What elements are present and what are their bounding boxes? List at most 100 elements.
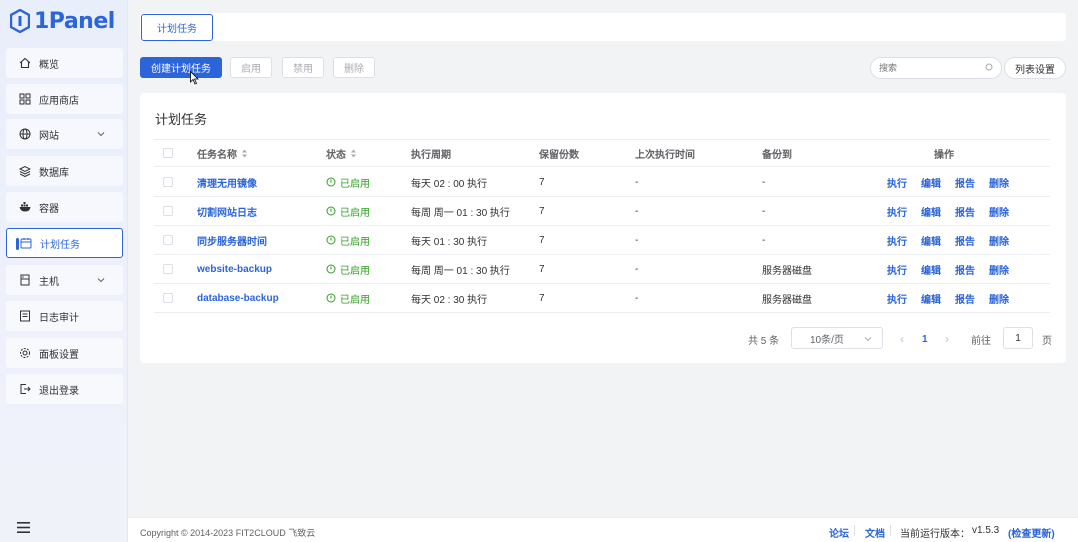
run-button[interactable]: 执行 <box>887 175 907 190</box>
row-checkbox[interactable] <box>163 168 173 196</box>
sidebar-item-website[interactable]: 网站 <box>6 119 123 149</box>
last-run-text: - <box>635 263 639 275</box>
run-button[interactable]: 执行 <box>887 233 907 248</box>
enable-button[interactable]: 启用 <box>230 57 272 78</box>
sidebar-item-database[interactable]: 数据库 <box>6 156 123 186</box>
task-name-link[interactable]: website-backup <box>197 255 272 283</box>
delete-row-button[interactable]: 删除 <box>989 233 1009 248</box>
row-actions: 执行 编辑 报告 删除 <box>887 226 1023 254</box>
edit-button[interactable]: 编辑 <box>921 175 941 190</box>
report-button[interactable]: 报告 <box>955 175 975 190</box>
table-row: 同步服务器时间 已启用 每天 01 : 30 执行 7 - - 执行 编辑 报告 删除 <box>154 226 1050 255</box>
status-badge[interactable]: 已启用 <box>326 197 370 225</box>
menu-collapse-icon[interactable] <box>17 522 30 533</box>
run-button[interactable]: 执行 <box>887 291 907 306</box>
status-badge[interactable]: 已启用 <box>326 284 370 312</box>
run-button[interactable]: 执行 <box>887 262 907 277</box>
task-name-link[interactable]: 同步服务器时间 <box>197 226 267 254</box>
sidebar-item-panel-settings[interactable]: 面板设置 <box>6 338 123 368</box>
next-page-button[interactable]: › <box>945 328 949 350</box>
apps-icon <box>19 93 31 105</box>
report-button[interactable]: 报告 <box>955 204 975 219</box>
power-icon <box>326 235 336 245</box>
status-badge[interactable]: 已启用 <box>326 226 370 254</box>
create-cronjob-button[interactable]: 创建计划任务 <box>140 57 222 78</box>
delete-row-button[interactable]: 删除 <box>989 204 1009 219</box>
sidebar-item-label: 容器 <box>39 203 59 215</box>
check-update-link[interactable]: (检查更新) <box>1008 525 1055 540</box>
prev-page-button[interactable]: ‹ <box>900 328 904 350</box>
footer-divider <box>854 525 855 536</box>
row-checkbox[interactable] <box>163 226 173 254</box>
status-text: 已启用 <box>340 236 370 248</box>
pagination-total: 共 5 条 <box>748 335 780 347</box>
sidebar-item-host[interactable]: 主机 <box>6 265 123 295</box>
chevron-down-icon <box>97 278 105 283</box>
header-name[interactable]: 任务名称 <box>197 140 248 166</box>
sidebar-item-label: 退出登录 <box>39 385 79 397</box>
backup-to-text: 服务器磁盘 <box>762 294 812 306</box>
gear-icon <box>19 347 31 359</box>
select-all-checkbox[interactable] <box>163 140 173 166</box>
goto-page-input[interactable]: 1 <box>1003 327 1033 349</box>
cycle-text: 每周 周一 01 : 30 执行 <box>411 207 510 219</box>
column-settings-button[interactable]: 列表设置 <box>1004 57 1066 79</box>
header-status[interactable]: 状态 <box>326 140 357 166</box>
edit-button[interactable]: 编辑 <box>921 262 941 277</box>
chevron-down-icon <box>97 132 105 137</box>
delete-button[interactable]: 删除 <box>333 57 375 78</box>
page-size-select[interactable]: 10条/页 <box>791 327 883 349</box>
retain-count: 7 <box>539 205 545 217</box>
edit-button[interactable]: 编辑 <box>921 233 941 248</box>
sidebar-item-logout[interactable]: 退出登录 <box>6 374 123 404</box>
last-run-text: - <box>635 234 639 246</box>
sidebar-item-container[interactable]: 容器 <box>6 192 123 222</box>
row-actions: 执行 编辑 报告 删除 <box>887 255 1023 283</box>
task-name-link[interactable]: database-backup <box>197 284 279 312</box>
sidebar-item-label: 网站 <box>39 130 59 142</box>
logo-text: 1Panel <box>34 8 115 34</box>
status-text: 已启用 <box>340 178 370 190</box>
status-badge[interactable]: 已启用 <box>326 168 370 196</box>
forum-link[interactable]: 论坛 <box>829 525 849 540</box>
task-name-link[interactable]: 切割网站日志 <box>197 197 257 225</box>
search-input[interactable] <box>870 57 1002 79</box>
version-value: v1.5.3 <box>972 525 1000 536</box>
retain-count: 7 <box>539 234 545 246</box>
status-badge[interactable]: 已启用 <box>326 255 370 283</box>
status-text: 已启用 <box>340 294 370 306</box>
edit-button[interactable]: 编辑 <box>921 291 941 306</box>
tab-cronjob[interactable]: 计划任务 <box>141 14 213 41</box>
row-checkbox[interactable] <box>163 284 173 312</box>
delete-row-button[interactable]: 删除 <box>989 262 1009 277</box>
page-number-current[interactable]: 1 <box>922 328 928 350</box>
task-name-link[interactable]: 清理无用镜像 <box>197 168 257 196</box>
home-icon <box>19 57 31 69</box>
footer: Copyright © 2014-2023 FIT2CLOUD 飞致云 论坛 文… <box>128 517 1078 542</box>
sidebar-item-cronjob[interactable]: 计划任务 <box>6 228 123 258</box>
docs-link[interactable]: 文档 <box>865 525 885 540</box>
delete-row-button[interactable]: 删除 <box>989 291 1009 306</box>
sidebar-item-log-audit[interactable]: 日志审计 <box>6 301 123 331</box>
logo[interactable]: 1Panel <box>10 6 115 36</box>
edit-button[interactable]: 编辑 <box>921 204 941 219</box>
row-checkbox[interactable] <box>163 197 173 225</box>
sidebar-item-app-store[interactable]: 应用商店 <box>6 84 123 114</box>
backup-to-text: - <box>762 234 766 246</box>
report-button[interactable]: 报告 <box>955 262 975 277</box>
logo-hexagon-icon <box>10 9 30 33</box>
delete-row-button[interactable]: 删除 <box>989 175 1009 190</box>
power-icon <box>326 177 336 187</box>
logout-icon <box>19 383 31 395</box>
disable-button[interactable]: 禁用 <box>282 57 324 78</box>
row-checkbox[interactable] <box>163 255 173 283</box>
page-suffix: 页 <box>1042 335 1052 347</box>
retain-count: 7 <box>539 292 545 304</box>
mouse-cursor-icon <box>190 71 199 85</box>
retain-count: 7 <box>539 176 545 188</box>
report-button[interactable]: 报告 <box>955 233 975 248</box>
sidebar-item-overview[interactable]: 概览 <box>6 48 123 78</box>
report-button[interactable]: 报告 <box>955 291 975 306</box>
sidebar-item-label: 日志审计 <box>39 312 79 324</box>
run-button[interactable]: 执行 <box>887 204 907 219</box>
